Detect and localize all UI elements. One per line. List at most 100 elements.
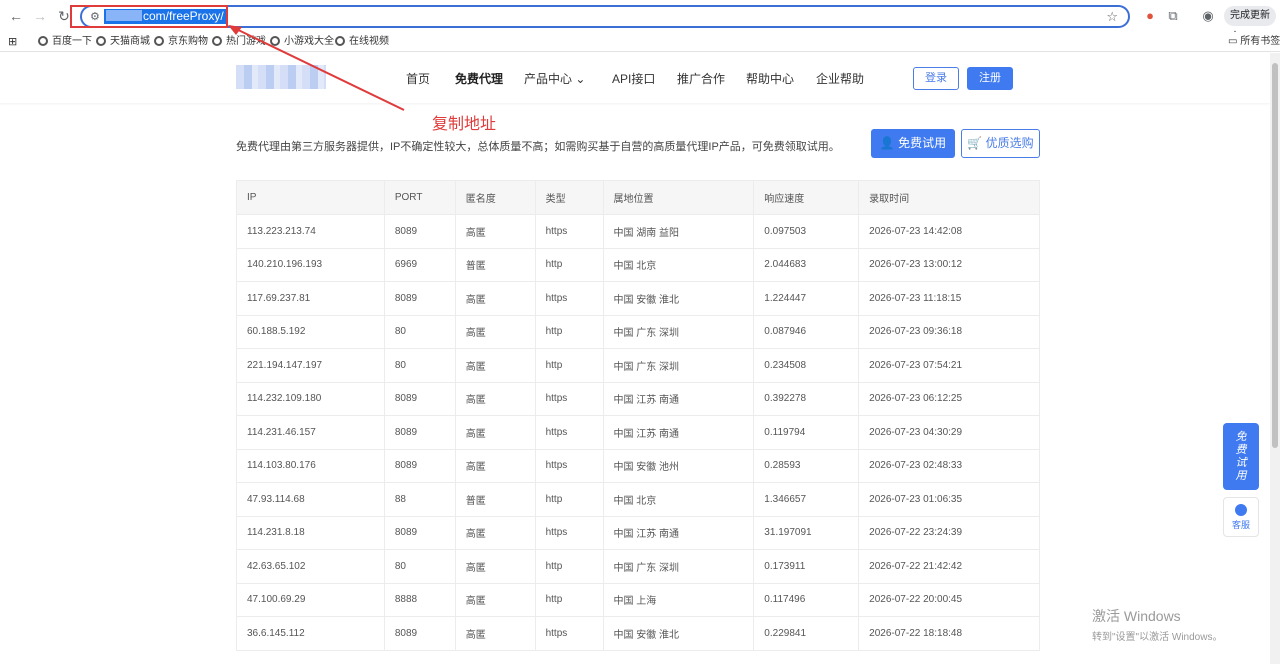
cell-type: http <box>534 348 604 383</box>
cell-type: http <box>534 314 604 349</box>
table-row: 114.103.80.176 8089 高匿 https 中国 安徽 池州 0.28593… <box>236 448 1040 483</box>
header-time: 录取时间 <box>858 180 1040 215</box>
cell-speed: 0.173911 <box>753 549 860 584</box>
cell-type: http <box>534 582 604 617</box>
cell-port: 6969 <box>383 247 456 282</box>
cell-time: 2026-07-22 23:24:39 <box>858 515 1040 550</box>
cell-type: https <box>534 415 604 450</box>
cell-ip: 114.231.46.157 <box>236 415 385 450</box>
table-row: 114.231.8.18 8089 高匿 https 中国 江苏 南通 31.197091… <box>236 515 1040 550</box>
table-row: 47.93.114.68 88 普匿 http 中国 北京 1.346657 2026-07… <box>236 482 1040 517</box>
cell-time: 2026-07-23 07:54:21 <box>858 348 1040 383</box>
user-icon: 👤 <box>879 136 899 150</box>
cell-location: 中国 上海 <box>602 582 755 617</box>
cell-anonymity: 普匿 <box>454 482 536 517</box>
header-anonymity: 匿名度 <box>454 180 536 215</box>
table-row: 36.6.145.112 8089 高匿 https 中国 安徽 淮北 0.229841 2… <box>236 616 1040 651</box>
cell-time: 2026-07-22 21:42:42 <box>858 549 1040 584</box>
cell-type: https <box>534 616 604 651</box>
cell-ip: 117.69.237.81 <box>236 281 385 316</box>
cell-speed: 0.229841 <box>753 616 860 651</box>
cell-location: 中国 安徽 淮北 <box>602 616 755 651</box>
quality-purchase-button[interactable]: 🛒 优质选购 <box>961 129 1040 158</box>
header-ip: IP <box>236 180 385 215</box>
cell-port: 80 <box>383 549 456 584</box>
annotation-label: 复制地址 <box>432 116 497 133</box>
proxy-table: IP PORT 匿名度 类型 属地位置 响应速度 录取时间 113.223.21… <box>236 180 1040 651</box>
cell-anonymity: 高匿 <box>454 348 536 383</box>
cell-location: 中国 广东 深圳 <box>602 314 755 349</box>
cell-location: 中国 安徽 淮北 <box>602 281 755 316</box>
cell-location: 中国 安徽 池州 <box>602 448 755 483</box>
cell-location: 中国 江苏 南通 <box>602 415 755 450</box>
floating-trial-label: 免费试用 <box>1235 431 1247 482</box>
cell-speed: 0.28593 <box>753 448 860 483</box>
header-speed: 响应速度 <box>753 180 860 215</box>
cell-anonymity: 高匿 <box>454 549 536 584</box>
cell-time: 2026-07-23 14:42:08 <box>858 214 1040 249</box>
free-trial-button[interactable]: 👤 免费试用 <box>871 129 955 158</box>
table-row: 42.63.65.102 80 高匿 http 中国 广东 深圳 0.173911 2026… <box>236 549 1040 584</box>
cell-type: https <box>534 281 604 316</box>
cell-ip: 36.6.145.112 <box>236 616 385 651</box>
cell-time: 2026-07-23 01:06:35 <box>858 482 1040 517</box>
header-type: 类型 <box>534 180 604 215</box>
cell-type: http <box>534 482 604 517</box>
cell-speed: 2.044683 <box>753 247 860 282</box>
table-row: 221.194.147.197 80 高匿 http 中国 广东 深圳 0.234508 2… <box>236 348 1040 383</box>
cell-anonymity: 高匿 <box>454 616 536 651</box>
cell-speed: 0.087946 <box>753 314 860 349</box>
cell-port: 8089 <box>383 381 456 416</box>
cell-speed: 1.224447 <box>753 281 860 316</box>
cell-speed: 0.392278 <box>753 381 860 416</box>
cell-ip: 140.210.196.193 <box>236 247 385 282</box>
cell-speed: 1.346657 <box>753 482 860 517</box>
cell-time: 2026-07-22 18:18:48 <box>858 616 1040 651</box>
cell-time: 2026-07-23 11:18:15 <box>858 281 1040 316</box>
cell-ip: 221.194.147.197 <box>236 348 385 383</box>
table-row: 114.231.46.157 8089 高匿 https 中国 江苏 南通 0.11979… <box>236 415 1040 450</box>
cell-ip: 114.231.8.18 <box>236 515 385 550</box>
cell-anonymity: 高匿 <box>454 582 536 617</box>
cell-anonymity: 普匿 <box>454 247 536 282</box>
page-scrollbar[interactable] <box>1270 53 1280 664</box>
cell-location: 中国 广东 深圳 <box>602 549 755 584</box>
table-row: 140.210.196.193 6969 普匿 http 中国 北京 2.044683 20… <box>236 247 1040 282</box>
cell-port: 8089 <box>383 415 456 450</box>
cell-type: http <box>534 247 604 282</box>
header-location: 属地位置 <box>602 180 755 215</box>
cell-type: https <box>534 214 604 249</box>
windows-activation-watermark: 激活 Windows 转到"设置"以激活 Windows。 <box>1092 608 1223 643</box>
cell-port: 8089 <box>383 616 456 651</box>
customer-service-button[interactable]: 客服 <box>1223 497 1259 537</box>
headset-icon <box>1235 504 1247 516</box>
cell-anonymity: 高匿 <box>454 214 536 249</box>
cell-port: 80 <box>383 314 456 349</box>
cell-location: 中国 江苏 南通 <box>602 381 755 416</box>
table-row: 47.100.69.29 8888 高匿 http 中国 上海 0.117496 2026-… <box>236 582 1040 617</box>
scrollbar-thumb[interactable] <box>1272 63 1278 448</box>
cell-time: 2026-07-23 02:48:33 <box>858 448 1040 483</box>
cell-location: 中国 北京 <box>602 247 755 282</box>
cell-ip: 42.63.65.102 <box>236 549 385 584</box>
cell-ip: 113.223.213.74 <box>236 214 385 249</box>
table-body: 113.223.213.74 8089 高匿 https 中国 湖南 益阳 0.09750… <box>236 214 1040 651</box>
cell-port: 8089 <box>383 281 456 316</box>
table-row: 114.232.109.180 8089 高匿 https 中国 江苏 南通 0.3922… <box>236 381 1040 416</box>
cell-time: 2026-07-22 20:00:45 <box>858 582 1040 617</box>
cell-type: https <box>534 381 604 416</box>
cell-ip: 114.103.80.176 <box>236 448 385 483</box>
cell-port: 88 <box>383 482 456 517</box>
intro-text: 免费代理由第三方服务器提供，IP不确定性较大，总体质量不高；如需购买基于自营的高… <box>236 141 840 153</box>
header-port: PORT <box>383 180 456 215</box>
cell-port: 8089 <box>383 448 456 483</box>
cell-location: 中国 江苏 南通 <box>602 515 755 550</box>
cell-anonymity: 高匿 <box>454 281 536 316</box>
cell-time: 2026-07-23 09:36:18 <box>858 314 1040 349</box>
floating-trial-button[interactable]: 免费试用 <box>1223 423 1259 490</box>
cell-anonymity: 高匿 <box>454 448 536 483</box>
cell-ip: 47.100.69.29 <box>236 582 385 617</box>
cell-ip: 60.188.5.192 <box>236 314 385 349</box>
cell-time: 2026-07-23 13:00:12 <box>858 247 1040 282</box>
cell-port: 8089 <box>383 515 456 550</box>
